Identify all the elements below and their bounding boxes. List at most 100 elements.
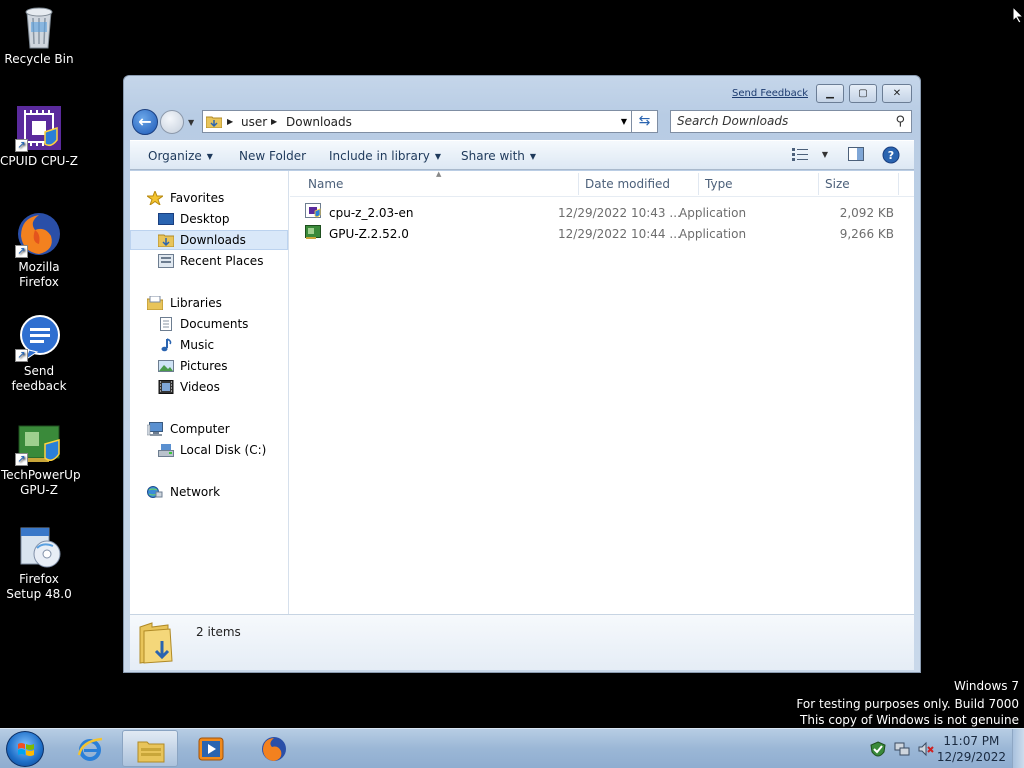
recent-places-icon bbox=[158, 254, 174, 268]
breadcrumb-user[interactable]: user bbox=[241, 115, 267, 129]
nav-videos[interactable]: Videos bbox=[130, 377, 288, 397]
downloads-folder-large-icon bbox=[139, 622, 173, 664]
new-folder-button[interactable]: New Folder bbox=[239, 149, 306, 163]
breadcrumb-downloads[interactable]: Downloads bbox=[286, 115, 352, 129]
desktop-icon-gpu-z[interactable]: ↗ TechPowerUp GPU-Z bbox=[0, 418, 81, 498]
chevron-down-icon: ▼ bbox=[206, 152, 213, 161]
taskbar-firefox[interactable] bbox=[246, 730, 302, 767]
forward-button[interactable] bbox=[160, 110, 184, 134]
nav-favorites[interactable]: Favorites bbox=[130, 188, 288, 208]
chevron-down-icon: ▼ bbox=[529, 152, 537, 161]
column-header-size[interactable]: Size bbox=[825, 177, 850, 191]
nav-computer[interactable]: Computer bbox=[130, 419, 288, 439]
star-icon bbox=[147, 191, 163, 205]
firefox-icon bbox=[262, 737, 286, 761]
nav-documents[interactable]: Documents bbox=[130, 314, 288, 334]
column-separator[interactable] bbox=[578, 173, 579, 195]
taskbar-windows-explorer[interactable] bbox=[122, 730, 178, 767]
view-options-dropdown[interactable]: ▼ bbox=[822, 150, 828, 159]
shortcut-arrow-icon: ↗ bbox=[15, 139, 28, 152]
network-tray-icon[interactable] bbox=[894, 741, 910, 757]
view-list-icon bbox=[792, 148, 808, 161]
nav-desktop[interactable]: Desktop bbox=[130, 209, 288, 229]
nav-recent-places[interactable]: Recent Places bbox=[130, 251, 288, 271]
desktop-icon-send-feedback[interactable]: ↗ Send feedback bbox=[0, 314, 78, 394]
address-bar[interactable]: ▶ user ▶ Downloads ▼ bbox=[202, 110, 632, 133]
cpu-z-icon: ↗ bbox=[15, 104, 63, 152]
clock-time: 11:07 PM bbox=[943, 734, 1000, 748]
back-button[interactable]: ← bbox=[132, 109, 158, 135]
column-separator[interactable] bbox=[898, 173, 899, 195]
column-header-type[interactable]: Type bbox=[705, 177, 733, 191]
nav-local-disk[interactable]: Local Disk (C:) bbox=[130, 440, 288, 460]
desktop-icon-firefox-setup[interactable]: Firefox Setup 48.0 bbox=[0, 522, 78, 602]
folder-icon bbox=[206, 116, 222, 128]
shortcut-arrow-icon: ↗ bbox=[15, 453, 28, 466]
file-date: 12/29/2022 10:44 ... bbox=[558, 227, 681, 241]
file-row[interactable]: cpu-z_2.03-en 12/29/2022 10:43 ... Appli… bbox=[305, 203, 894, 224]
back-arrow-icon: ← bbox=[138, 112, 152, 131]
system-tray: 11:07 PM 12/29/2022 bbox=[854, 729, 1024, 768]
taskbar-internet-explorer[interactable] bbox=[62, 730, 118, 767]
desktop-icon-label: Mozilla Firefox bbox=[18, 260, 60, 289]
file-name: cpu-z_2.03-en bbox=[329, 206, 414, 220]
title-bar[interactable]: Send Feedback ▁ ▢ ✕ bbox=[124, 76, 920, 104]
breadcrumb-separator-icon[interactable]: ▶ bbox=[227, 117, 233, 126]
desktop-icon-label: Firefox Setup 48.0 bbox=[6, 572, 72, 601]
column-separator[interactable] bbox=[698, 173, 699, 195]
breadcrumb-separator-icon[interactable]: ▶ bbox=[271, 117, 277, 126]
column-header-name[interactable]: Name bbox=[308, 177, 343, 191]
search-box[interactable]: ⚲ bbox=[670, 110, 912, 133]
change-view-button[interactable] bbox=[792, 147, 808, 164]
refresh-button[interactable]: ⇆ bbox=[632, 110, 658, 133]
close-button[interactable]: ✕ bbox=[882, 84, 912, 103]
action-center-icon[interactable] bbox=[870, 741, 886, 757]
file-row[interactable]: GPU-Z.2.52.0 12/29/2022 10:44 ... Applic… bbox=[305, 224, 894, 245]
nav-music[interactable]: Music bbox=[130, 335, 288, 355]
nav-libraries[interactable]: Libraries bbox=[130, 293, 288, 313]
show-desktop-button[interactable] bbox=[1012, 729, 1024, 768]
content-area: Favorites Desktop Downloads Recent Place… bbox=[130, 170, 914, 614]
watermark-windows-version: Windows 7 bbox=[953, 679, 1019, 693]
organize-button[interactable]: Organize ▼ bbox=[148, 149, 213, 163]
documents-icon bbox=[160, 317, 172, 331]
feedback-icon: ↗ bbox=[15, 314, 63, 362]
preview-pane-icon bbox=[848, 147, 864, 161]
preview-pane-button[interactable] bbox=[848, 147, 864, 164]
libraries-icon bbox=[147, 296, 163, 310]
volume-muted-icon[interactable] bbox=[918, 741, 934, 757]
computer-icon bbox=[147, 422, 163, 436]
nav-network[interactable]: Network bbox=[130, 482, 288, 502]
share-with-button[interactable]: Share with ▼ bbox=[461, 149, 536, 163]
shortcut-arrow-icon: ↗ bbox=[15, 245, 28, 258]
address-dropdown-icon[interactable]: ▼ bbox=[621, 117, 627, 126]
chevron-down-icon: ▼ bbox=[434, 152, 442, 161]
include-in-library-button[interactable]: Include in library ▼ bbox=[329, 149, 441, 163]
column-separator[interactable] bbox=[818, 173, 819, 195]
desktop-icon bbox=[158, 213, 174, 225]
recent-pages-dropdown-icon[interactable]: ▼ bbox=[188, 118, 194, 127]
desktop-icon-cpu-z[interactable]: ↗ CPUID CPU-Z bbox=[0, 104, 78, 169]
start-button[interactable] bbox=[6, 731, 44, 767]
search-icon[interactable]: ⚲ bbox=[895, 114, 905, 129]
maximize-button[interactable]: ▢ bbox=[849, 84, 877, 103]
file-type: Application bbox=[679, 206, 747, 220]
media-player-icon bbox=[198, 737, 224, 761]
search-input[interactable] bbox=[677, 114, 877, 128]
desktop-icon-firefox[interactable]: ↗ Mozilla Firefox bbox=[0, 210, 78, 290]
maximize-icon: ▢ bbox=[858, 88, 868, 99]
navigation-pane: Favorites Desktop Downloads Recent Place… bbox=[130, 171, 289, 614]
svg-text:?: ? bbox=[888, 149, 894, 162]
taskbar-media-player[interactable] bbox=[183, 730, 239, 767]
send-feedback-link[interactable]: Send Feedback bbox=[732, 88, 808, 99]
help-button[interactable]: ? bbox=[882, 146, 900, 167]
minimize-button[interactable]: ▁ bbox=[816, 84, 844, 103]
column-header-date-modified[interactable]: Date modified bbox=[585, 177, 670, 191]
gpu-z-file-icon bbox=[305, 225, 321, 239]
nav-downloads[interactable]: Downloads bbox=[130, 230, 288, 250]
windows-logo-icon bbox=[18, 743, 34, 756]
nav-pictures[interactable]: Pictures bbox=[130, 356, 288, 376]
desktop-icon-recycle-bin[interactable]: Recycle Bin bbox=[0, 2, 78, 67]
clock[interactable]: 11:07 PM 12/29/2022 bbox=[937, 733, 1006, 765]
minimize-icon: ▁ bbox=[826, 88, 834, 99]
